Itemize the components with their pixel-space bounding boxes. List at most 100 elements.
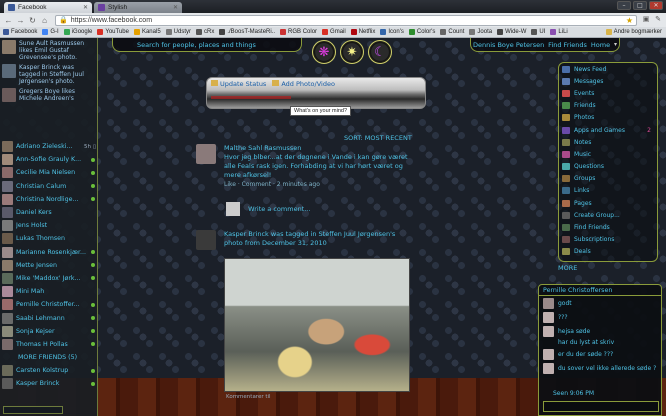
back-icon[interactable]: ← [3,15,14,26]
chat-friend-item[interactable]: Ann-Sofie Grauly K... [0,153,98,166]
account-icon[interactable]: ▾ [614,41,617,48]
bookmark-item[interactable]: ./BoosT-MasteRi.. [219,29,275,35]
chat-friend-item[interactable]: Mike 'Maddox' Jørk... [0,272,98,285]
bookmark-item[interactable]: Color's [408,29,435,35]
right-nav-item[interactable]: Create Group... [559,209,657,221]
right-nav-item[interactable]: Photos [559,112,657,124]
friend-name: Thomas H Pollas [16,340,68,348]
extension-icon[interactable]: ▣ [641,15,651,25]
bookmark-item[interactable]: Wide-W [497,29,526,35]
bookmark-item[interactable]: Netflix [350,29,375,35]
notifications-icon[interactable]: ☾ [368,40,392,64]
more-friends-link[interactable]: MORE FRIENDS (5) [0,351,98,364]
right-nav-item[interactable]: Apps and Games 2 [559,124,657,136]
add-photo-button[interactable]: Add Photo/Video [272,80,335,88]
forward-icon[interactable]: → [15,15,26,26]
tab-stylish[interactable]: Stylish ✕ [94,2,182,13]
right-nav-item[interactable]: Deals [559,246,657,258]
right-nav-item[interactable]: Messages [559,75,657,87]
close-window-icon[interactable]: ✕ [649,1,663,10]
ticker-item[interactable]: Kasper Brinck was tagged in Steffen Juul… [2,64,95,85]
messages-icon[interactable]: ✷ [340,40,364,64]
other-bookmarks[interactable]: Andre bogmærker [605,29,662,35]
right-nav-item[interactable]: Groups [559,173,657,185]
story-author-avatar[interactable] [196,230,216,250]
chat-friend-item[interactable]: Mini Mah [0,285,98,298]
story-meta[interactable]: Like · Comment · 2 minutes ago [224,180,416,189]
update-status-button[interactable]: Update Status [211,80,266,88]
ticker-item[interactable]: Gregers Boye likes Michele Andreen's [2,88,95,102]
chat-friend-item[interactable]: Christian Calum [0,180,98,193]
bookmark-item[interactable]: Joota [469,29,492,35]
chat-friend-item[interactable]: Cecilie Mia Nielsen [0,166,98,179]
ticker-item[interactable]: Sune Ault Rasmussen likes Emil Gustaf Gr… [2,40,95,61]
bookmark-item[interactable]: Count [440,29,464,35]
right-nav-more-link[interactable]: MORE [558,264,577,272]
chat-friend-item[interactable]: Thomas H Pollas [0,338,98,351]
close-tab-icon[interactable]: ✕ [83,4,88,11]
friend-requests-icon[interactable]: ❋ [312,40,336,64]
bookmark-item[interactable]: Facebook [3,29,37,35]
bookmark-item[interactable]: Udstyr [165,29,191,35]
chat-search-input[interactable] [3,406,63,414]
bookmark-item[interactable]: Icon's [380,29,404,35]
home-icon[interactable]: ⌂ [39,15,50,26]
chat-friend-item[interactable]: Mette Jensen [0,259,98,272]
bookmark-item[interactable]: YouTube [97,29,129,35]
story-author-avatar[interactable] [196,144,216,164]
tab-facebook[interactable]: Facebook ✕ [4,2,92,13]
chat-message: ??? [539,310,661,324]
find-friends-link[interactable]: Find Friends [548,41,587,49]
chat-friend-item[interactable]: Marianne Rosenkjær... [0,246,98,259]
avatar [2,64,16,78]
right-nav-item[interactable]: Pages [559,197,657,209]
tagged-photo[interactable] [224,258,410,392]
right-nav-item[interactable]: News Feed [559,63,657,75]
right-nav-item[interactable]: Music [559,148,657,160]
reload-icon[interactable]: ↻ [27,15,38,26]
story-author[interactable]: Malthe Sahl Rasmussen [224,144,416,153]
bookmark-item[interactable]: LiLi [550,29,568,35]
status-input[interactable] [211,96,291,99]
maximize-icon[interactable]: □ [633,1,647,10]
bookmark-item[interactable]: iGoogle [63,29,92,35]
right-nav-item[interactable]: Find Friends [559,221,657,233]
sort-link[interactable]: SORT: MOST RECENT [344,134,412,142]
avatar [2,259,13,271]
bookmark-item[interactable]: Kanal5 [133,29,161,35]
minimize-icon[interactable]: – [617,1,631,10]
chat-friend-item[interactable]: Jens Holst [0,219,98,232]
chat-friend-item[interactable]: Daniel Kers [0,206,98,219]
chat-friend-item[interactable]: Christina Nordlige... [0,193,98,206]
address-bar[interactable]: 🔒 https://www.facebook.com ★ [55,14,637,26]
chat-window-title[interactable]: Pernille Christoffersen [539,285,661,296]
wrench-icon[interactable]: ✎ [653,15,663,25]
search-input[interactable]: Search for people, places and things [112,38,302,52]
right-nav-item[interactable]: Subscriptions [559,234,657,246]
online-status-icon [91,170,95,175]
bookmark-item[interactable]: UI [531,29,545,35]
bookmark-item[interactable]: G-I [42,29,59,35]
bookmark-item[interactable]: Gmail [322,29,346,35]
bookmark-item[interactable]: cRx [196,29,214,35]
chat-friend-item[interactable]: Adriano Zieleski... 5h ▯ [0,140,98,153]
bookmark-item[interactable]: RGB Color [280,29,317,35]
chat-message-input[interactable] [543,401,659,412]
bookmark-favicon-icon [42,29,49,35]
home-link[interactable]: Home [591,41,610,49]
right-nav-item[interactable]: Links [559,185,657,197]
chat-friend-item[interactable]: Lukas Thomsen [0,232,98,245]
right-nav-item[interactable]: Questions [559,161,657,173]
chat-friend-item[interactable]: Kasper Brinck [0,377,98,390]
profile-link[interactable]: Dennis Boye Petersen [473,41,544,49]
write-comment-row[interactable]: Write a comment... [226,202,310,216]
bookmark-star-icon[interactable]: ★ [626,16,633,25]
chat-friend-item[interactable]: Pernille Christoffer... [0,298,98,311]
right-nav-item[interactable]: Friends [559,100,657,112]
right-nav-item[interactable]: Notes [559,136,657,148]
chat-friend-item[interactable]: Sonja Kejser [0,325,98,338]
right-nav-item[interactable]: Events [559,87,657,99]
chat-friend-item[interactable]: Saabi Lehmann [0,311,98,324]
close-tab-icon[interactable]: ✕ [173,4,178,11]
chat-friend-item[interactable]: Carsten Kolstrup [0,364,98,377]
